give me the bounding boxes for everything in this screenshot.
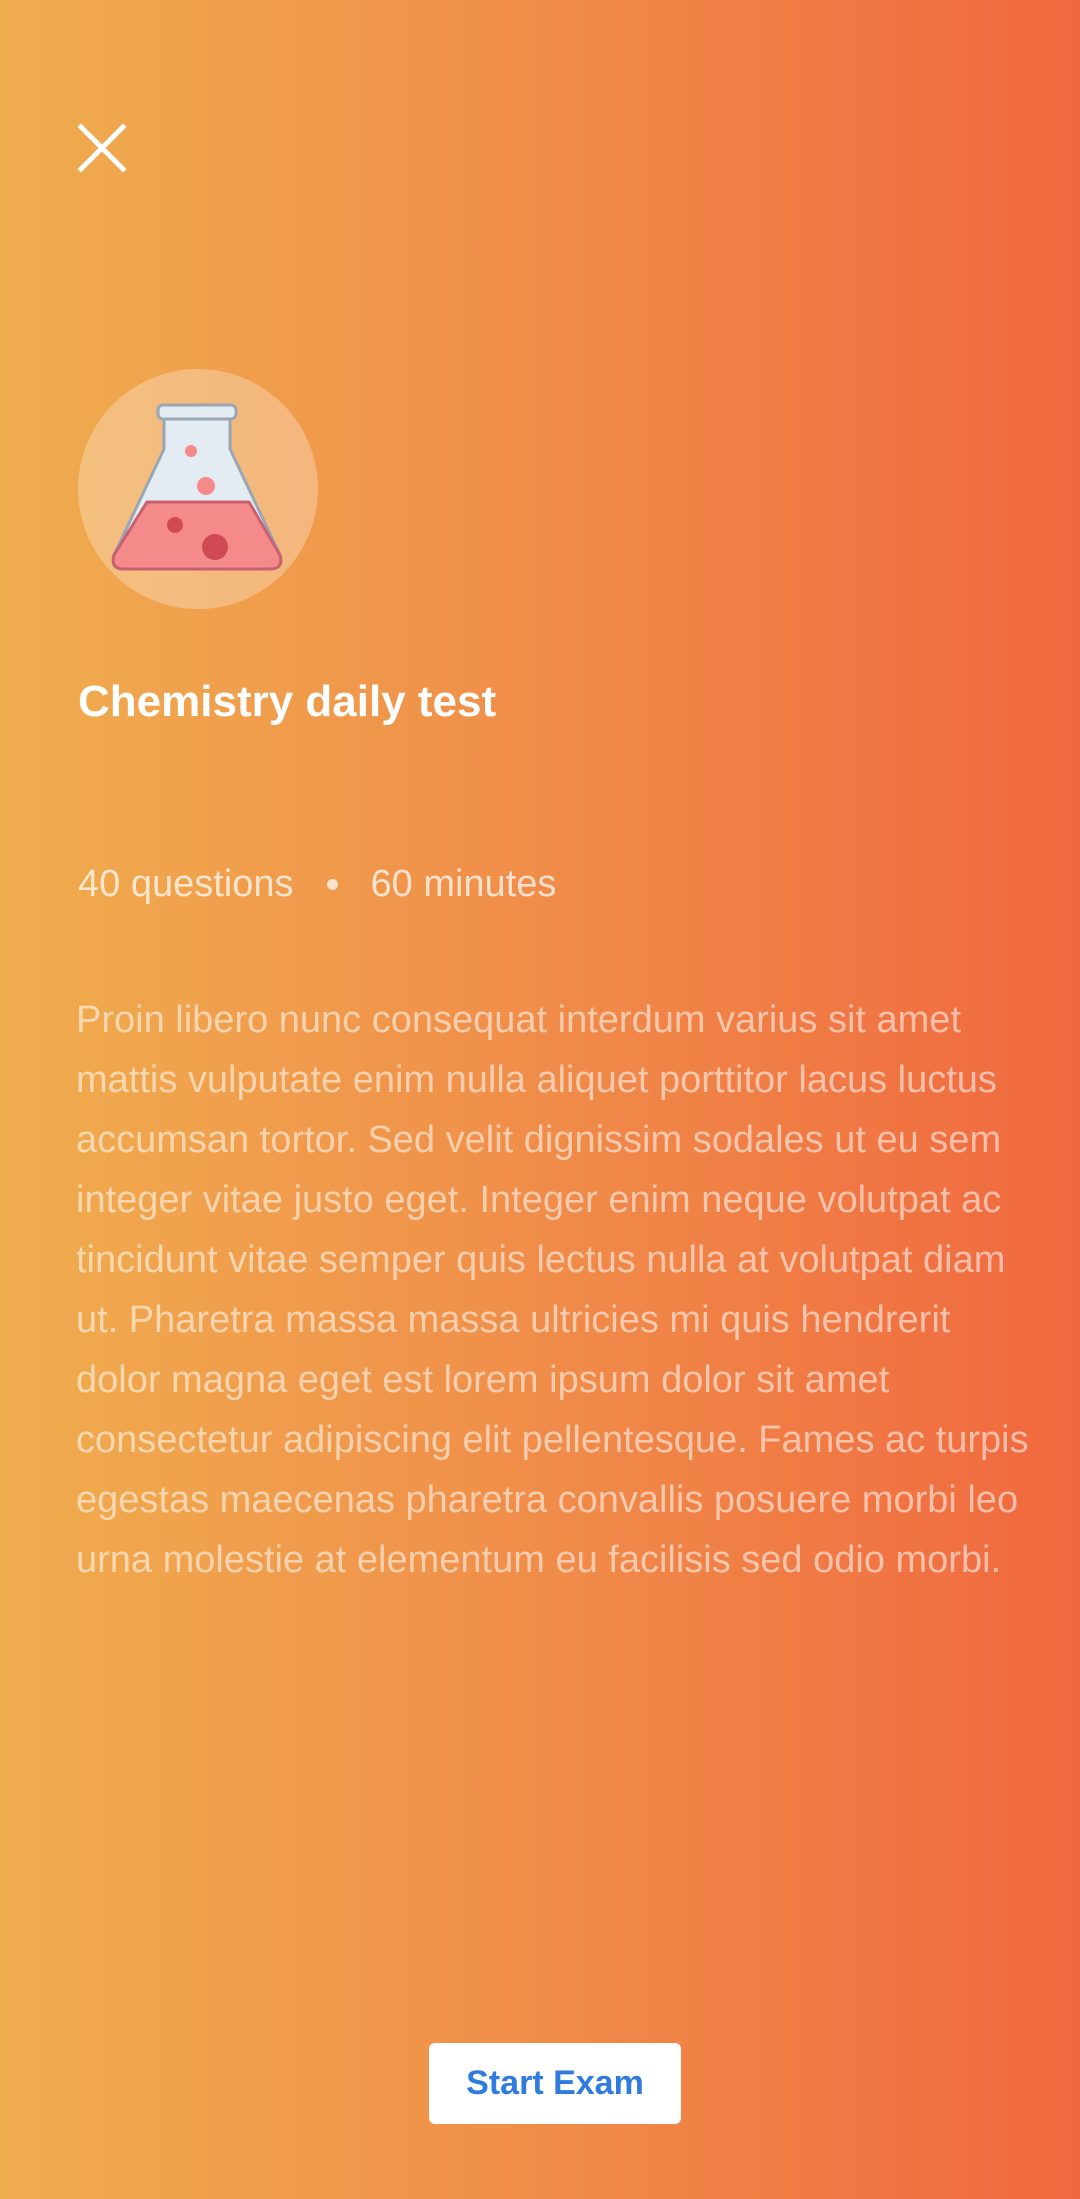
exam-description: Proin libero nunc consequat interdum var… (76, 999, 1029, 1581)
exam-meta: 40 questions 60 minutes (78, 858, 556, 910)
subject-avatar (78, 369, 318, 609)
close-button[interactable] (76, 122, 128, 174)
close-icon (77, 123, 127, 173)
exam-title: Chemistry daily test (78, 677, 497, 726)
separator-dot (326, 878, 338, 890)
exam-intro-screen: Chemistry daily test 40 questions 60 min… (0, 0, 1080, 2199)
flask-icon (111, 403, 283, 571)
exam-duration: 60 minutes (370, 863, 557, 905)
question-count: 40 questions (78, 863, 294, 905)
start-exam-button[interactable]: Start Exam (429, 2043, 681, 2124)
